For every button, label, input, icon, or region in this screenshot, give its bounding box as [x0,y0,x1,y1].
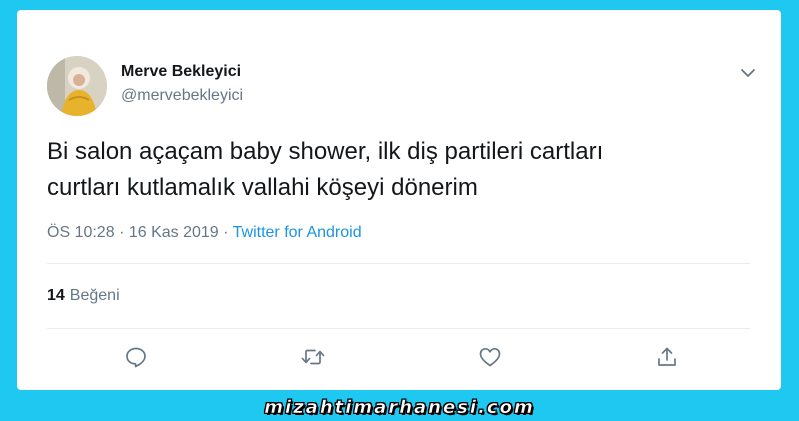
tweet-text: Bi salon açaçam baby shower, ilk diş par… [47,134,747,206]
author-handle[interactable]: @mervebekleyici [121,87,243,105]
tweet-card: Merve Bekleyici @mervebekleyici Bi salon… [17,10,781,390]
tweet-text-line: Bi salon açaçam baby shower, ilk diş par… [47,138,604,165]
share-button[interactable] [653,343,681,371]
tweet-meta: ÖS 10:28 · 16 Kas 2019 · Twitter for And… [47,224,362,242]
meta-separator: · [223,224,229,241]
meta-separator: · [119,224,125,241]
retweet-icon [301,349,325,365]
avatar-image [47,56,107,116]
share-icon [658,347,676,366]
reply-button[interactable] [122,343,150,371]
chevron-down-icon[interactable] [737,62,759,84]
heart-icon [479,347,501,367]
like-count: 14 [47,287,65,304]
like-summary[interactable]: 14 Beğeni [47,287,120,305]
avatar[interactable] [47,56,107,116]
tweet-text-line: curtları kutlamalık vallahi köşeyi döner… [47,174,478,201]
tweet-date[interactable]: 16 Kas 2019 [129,224,219,241]
divider [47,263,750,264]
divider [47,328,750,329]
like-label: Beğeni [69,287,120,304]
reply-icon [126,347,146,368]
tweet-time[interactable]: ÖS 10:28 [47,224,115,241]
tweet-source-link[interactable]: Twitter for Android [233,224,362,241]
watermark-text: mizahtimarhanesi.com [264,397,535,419]
author-name[interactable]: Merve Bekleyici [121,63,241,81]
retweet-button[interactable] [299,343,327,371]
like-button[interactable] [476,343,504,371]
